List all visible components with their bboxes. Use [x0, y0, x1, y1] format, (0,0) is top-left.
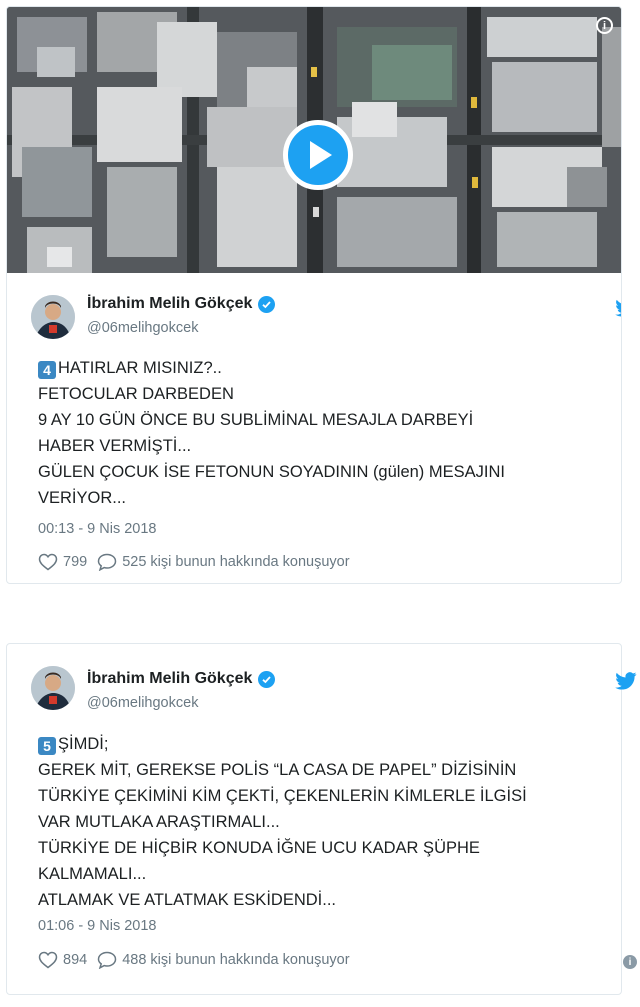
tweet-timestamp[interactable]: 00:13 - 9 Nis 2018 [38, 521, 157, 537]
tweet-actions: 894 488 kişi bunun hakkında konuşuyor [38, 951, 350, 969]
tweet-line: KALMAMALI... [38, 865, 147, 883]
tweet-line: 5 ŞİMDİ; [38, 731, 631, 757]
avatar[interactable] [31, 666, 75, 710]
author-handle[interactable]: @06melihgokcek [87, 695, 198, 711]
keycap-number-badge: 5 [38, 737, 56, 755]
heart-icon [38, 553, 58, 571]
verified-icon [258, 670, 276, 688]
play-icon[interactable] [283, 120, 353, 190]
profile-photo [31, 295, 75, 339]
tweet-line: 9 AY 10 GÜN ÖNCE BU SUBLİMİNAL MESAJLA D… [38, 411, 474, 429]
verified-icon [258, 295, 276, 313]
tweet-body: İbrahim Melih Gökçek @06melihgokcek 4 HAT… [7, 273, 622, 583]
like-count: 894 [63, 952, 88, 968]
tweet-card-1: i İbrahim Melih Gökçek @06melihgokcek 4H… [6, 6, 622, 584]
reply-bubble-icon [97, 553, 117, 571]
tweet-line: VAR MUTLAKA ARAŞTIRMALI... [38, 813, 280, 831]
tweet-actions: 799 525 kişi bunun hakkında konuşuyor [38, 553, 350, 571]
tweet-timestamp[interactable]: 01:06 - 9 Nis 2018 [38, 918, 157, 934]
profile-photo [31, 666, 75, 710]
twitter-bird-icon[interactable] [615, 672, 637, 690]
tweet-line: TÜRKİYE ÇEKİMİNİ KİM ÇEKTİ, ÇEKENLERİN K… [38, 787, 527, 805]
tweet-line: ATLAMAK VE ATLATMAK ESKİDENDİ... [38, 891, 336, 909]
tweet-line: TÜRKİYE DE HİÇBİR KONUDA İĞNE UCU KADAR … [38, 839, 480, 857]
tweet-line: GEREK MİT, GEREKSE POLİS “LA CASA DE PAP… [38, 761, 517, 779]
tweet-card-2: İbrahim Melih Gökçek @06melihgokcek 5 ŞİM… [6, 643, 637, 995]
tweet-line: GÜLEN ÇOCUK İSE FETONUN SOYADININ (gülen… [38, 463, 505, 481]
like-count: 799 [63, 554, 88, 570]
reply-count-text: 525 kişi bunun hakkında konuşuyor [122, 554, 350, 570]
reply-button[interactable]: 488 kişi bunun hakkında konuşuyor [97, 951, 350, 969]
tweet-body: İbrahim Melih Gökçek @06melihgokcek 5 ŞİM… [7, 644, 640, 994]
heart-icon [38, 951, 58, 969]
reply-bubble-icon [97, 951, 117, 969]
tweet-text: 4 HATIRLAR MISINIZ?.. FETOCULAR DARBEDEN … [38, 355, 621, 511]
tweet-line: FETOCULAR DARBEDEN [38, 385, 234, 403]
tweet-text: 5 ŞİMDİ; GEREK MİT, GEREKSE POLİS “LA CAS… [38, 731, 631, 913]
author-name[interactable]: İbrahim Melih Gökçek [87, 670, 252, 688]
author-handle[interactable]: @06melihgokcek [87, 320, 198, 336]
twitter-bird-icon[interactable] [615, 299, 622, 317]
tweet-line: VERİYOR... [38, 489, 127, 507]
author-name[interactable]: İbrahim Melih Gökçek [87, 295, 252, 313]
reply-button[interactable]: 525 kişi bunun hakkında konuşuyor [97, 553, 350, 571]
tweet-line: HABER VERMİŞTİ... [38, 437, 192, 455]
info-icon[interactable]: i [596, 17, 613, 34]
like-button[interactable]: 799 [38, 553, 87, 571]
info-icon[interactable]: i [623, 955, 637, 969]
like-button[interactable]: 894 [38, 951, 87, 969]
video-player[interactable]: i [7, 7, 621, 273]
keycap-number-badge: 4 [38, 361, 56, 379]
avatar[interactable] [31, 295, 75, 339]
tweet-line: 4 HATIRLAR MISINIZ?.. [38, 355, 621, 381]
reply-count-text: 488 kişi bunun hakkında konuşuyor [122, 952, 350, 968]
